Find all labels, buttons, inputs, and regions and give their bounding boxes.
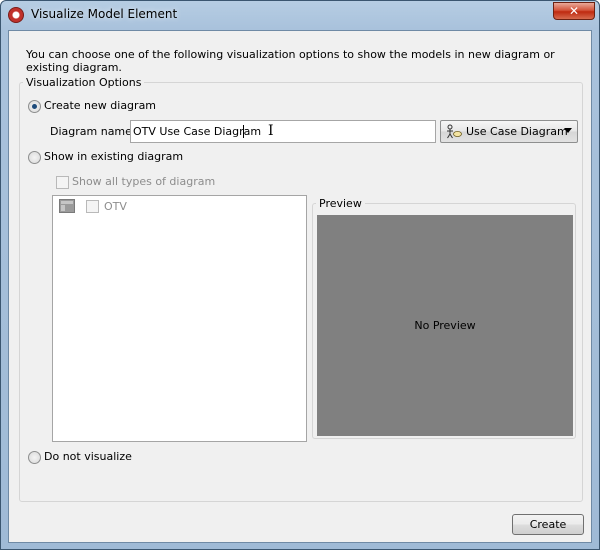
diagram-type-dropdown[interactable]: Use Case Diagram: [440, 120, 578, 143]
diagram-name-input[interactable]: OTV Use Case Diagram: [130, 120, 436, 143]
preview-area: No Preview: [317, 215, 573, 436]
tree-item-label: OTV: [104, 200, 127, 213]
diagram-tree[interactable]: OTV: [52, 195, 307, 442]
chevron-down-icon: [564, 128, 572, 133]
title-bar[interactable]: Visualize Model Element ✕: [1, 1, 599, 29]
project-icon: [59, 199, 75, 213]
create-new-diagram-radio[interactable]: [28, 100, 41, 113]
create-button[interactable]: Create: [512, 514, 584, 535]
do-not-visualize-label[interactable]: Do not visualize: [44, 450, 132, 463]
dialog-window: Visualize Model Element ✕ You can choose…: [0, 0, 600, 550]
intro-text: You can choose one of the following visu…: [26, 48, 555, 74]
app-logo-icon: [8, 7, 24, 23]
do-not-visualize-radio[interactable]: [28, 451, 41, 464]
show-all-types-label: Show all types of diagram: [72, 175, 216, 188]
diagram-name-label: Diagram name:: [50, 125, 136, 138]
show-existing-diagram-radio[interactable]: [28, 151, 41, 164]
tree-item-checkbox[interactable]: [86, 200, 99, 213]
show-all-types-checkbox[interactable]: [56, 176, 69, 189]
visualization-options-legend: Visualization Options: [23, 76, 145, 89]
close-button[interactable]: ✕: [553, 2, 595, 20]
diagram-type-label: Use Case Diagram: [466, 125, 568, 138]
create-new-diagram-label[interactable]: Create new diagram: [44, 99, 156, 112]
text-caret: [243, 125, 244, 138]
dialog-body: You can choose one of the following visu…: [8, 30, 592, 543]
use-case-diagram-icon: [447, 124, 462, 139]
no-preview-text: No Preview: [414, 319, 476, 332]
ibeam-cursor-icon: I: [268, 123, 274, 139]
window-title: Visualize Model Element: [31, 7, 178, 21]
show-existing-diagram-label[interactable]: Show in existing diagram: [44, 150, 183, 163]
preview-legend: Preview: [316, 197, 365, 210]
